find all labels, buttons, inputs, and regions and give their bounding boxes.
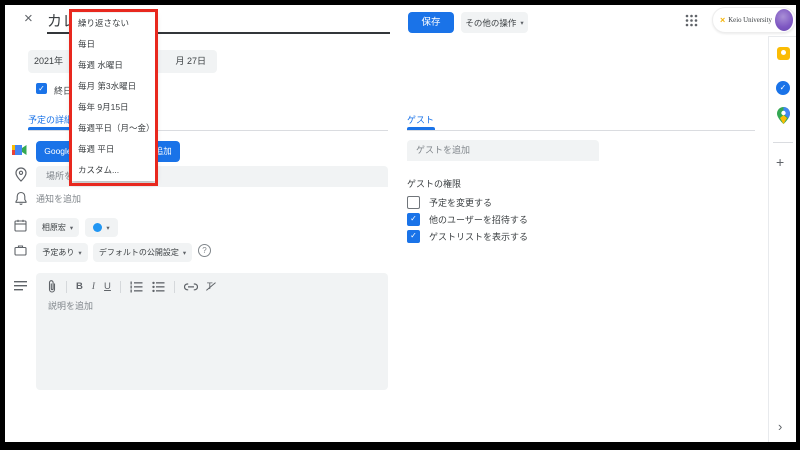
numbered-list-icon[interactable] <box>130 281 143 293</box>
recurrence-menu-item[interactable]: 毎年 9月15日 <box>72 97 155 118</box>
all-day-label: 終日 <box>54 84 72 97</box>
add-guests-input[interactable]: ゲストを追加 <box>407 140 599 161</box>
add-notification-button[interactable]: 通知を追加 <box>36 192 81 205</box>
permission-checkbox[interactable] <box>407 230 420 243</box>
toolbar-separator <box>174 281 175 293</box>
chevron-down-icon: ▾ <box>520 19 523 27</box>
permission-checkbox[interactable] <box>407 196 420 209</box>
attachment-icon[interactable] <box>47 280 57 293</box>
all-day-checkbox[interactable] <box>36 83 47 94</box>
google-keep-icon[interactable] <box>777 47 790 60</box>
date-start-text: 2021年 <box>34 50 63 73</box>
more-actions-label: その他の操作 <box>465 17 516 29</box>
avatar[interactable] <box>775 9 793 31</box>
date-end-text: 月 27日 <box>175 50 206 73</box>
recurrence-menu-item[interactable]: 毎週平日（月～金） <box>72 118 155 139</box>
google-maps-icon[interactable] <box>777 107 790 124</box>
account-name: Keio University <box>728 17 772 24</box>
permission-label: 他のユーザーを招待する <box>429 213 528 226</box>
italic-button[interactable]: I <box>92 282 95 292</box>
toolbar-separator <box>120 281 121 293</box>
apps-grid-icon[interactable] <box>685 14 698 27</box>
account-badge[interactable]: × Keio University <box>712 7 796 33</box>
permission-checkbox[interactable] <box>407 213 420 226</box>
description-input[interactable]: 説明を追加 <box>48 299 93 312</box>
recurrence-menu-item[interactable]: カスタム... <box>72 160 155 181</box>
bulleted-list-icon[interactable] <box>152 281 165 293</box>
close-icon[interactable]: × <box>24 10 33 27</box>
toolbar-separator <box>66 281 67 293</box>
save-button[interactable]: 保存 <box>408 12 454 33</box>
calendar-select[interactable]: 相原宏 ▾ <box>36 218 79 237</box>
screen-frame-bottom <box>0 442 800 450</box>
recurrence-menu-item[interactable]: 毎週 水曜日 <box>72 55 155 76</box>
guests-tab-divider <box>407 130 755 131</box>
format-toolbar: B I U T <box>47 280 213 293</box>
busy-select[interactable]: 予定あり ▾ <box>36 243 88 262</box>
keio-logo-icon: × <box>720 15 725 25</box>
chevron-down-icon: ▾ <box>183 249 186 257</box>
permission-label: ゲストリストを表示する <box>429 230 528 243</box>
screen-frame-top <box>0 0 800 5</box>
side-panel-divider <box>773 142 793 143</box>
recurrence-menu-item[interactable]: 毎月 第3水曜日 <box>72 76 155 97</box>
link-icon[interactable] <box>184 283 198 291</box>
permission-label: 予定を変更する <box>429 196 492 209</box>
google-meet-icon <box>12 144 28 156</box>
guest-permissions-title: ゲストの権限 <box>407 177 461 190</box>
tab-event-details[interactable]: 予定の詳細 <box>28 113 73 126</box>
recurrence-menu-item[interactable]: 毎日 <box>72 34 155 55</box>
clear-formatting-icon[interactable]: T <box>207 281 213 292</box>
calendar-owner-label: 相原宏 <box>42 222 66 233</box>
busy-label: 予定あり <box>42 247 74 258</box>
screen-frame-right <box>796 0 800 450</box>
screen-frame-left <box>0 0 5 450</box>
chevron-down-icon: ▾ <box>106 224 109 232</box>
get-addons-button[interactable]: + <box>776 154 784 170</box>
description-lines-icon <box>14 281 28 291</box>
event-color-select[interactable]: ▾ <box>85 218 118 237</box>
briefcase-icon <box>14 244 27 256</box>
permission-row[interactable]: 他のユーザーを招待する <box>407 213 528 226</box>
visibility-label: デフォルトの公開設定 <box>99 247 179 258</box>
bell-icon <box>15 191 27 205</box>
bold-button[interactable]: B <box>76 281 83 292</box>
google-tasks-icon[interactable] <box>776 81 790 95</box>
recurrence-menu-item[interactable]: 繰り返さない <box>72 13 155 34</box>
underline-button[interactable]: U <box>104 281 111 292</box>
chevron-down-icon: ▾ <box>78 249 81 257</box>
calendar-icon <box>14 219 27 232</box>
side-panel-border-top <box>768 36 796 37</box>
collapse-panel-chevron[interactable]: › <box>778 419 782 434</box>
tab-guests[interactable]: ゲスト <box>407 113 434 126</box>
description-box[interactable]: B I U T 説明を追加 <box>36 273 388 390</box>
permission-row[interactable]: ゲストリストを表示する <box>407 230 528 243</box>
color-swatch <box>93 223 102 232</box>
side-panel-border <box>768 36 769 442</box>
permission-row[interactable]: 予定を変更する <box>407 196 492 209</box>
help-icon[interactable]: ? <box>198 244 211 257</box>
location-pin-icon <box>15 167 27 182</box>
recurrence-menu-item[interactable]: 毎週 平日 <box>72 139 155 160</box>
chevron-down-icon: ▾ <box>70 224 73 232</box>
more-actions-button[interactable]: その他の操作 ▾ <box>461 12 528 33</box>
visibility-select[interactable]: デフォルトの公開設定 ▾ <box>93 243 192 262</box>
recurrence-menu: 繰り返さない毎日毎週 水曜日毎月 第3水曜日毎年 9月15日毎週平日（月～金）毎… <box>72 13 155 181</box>
